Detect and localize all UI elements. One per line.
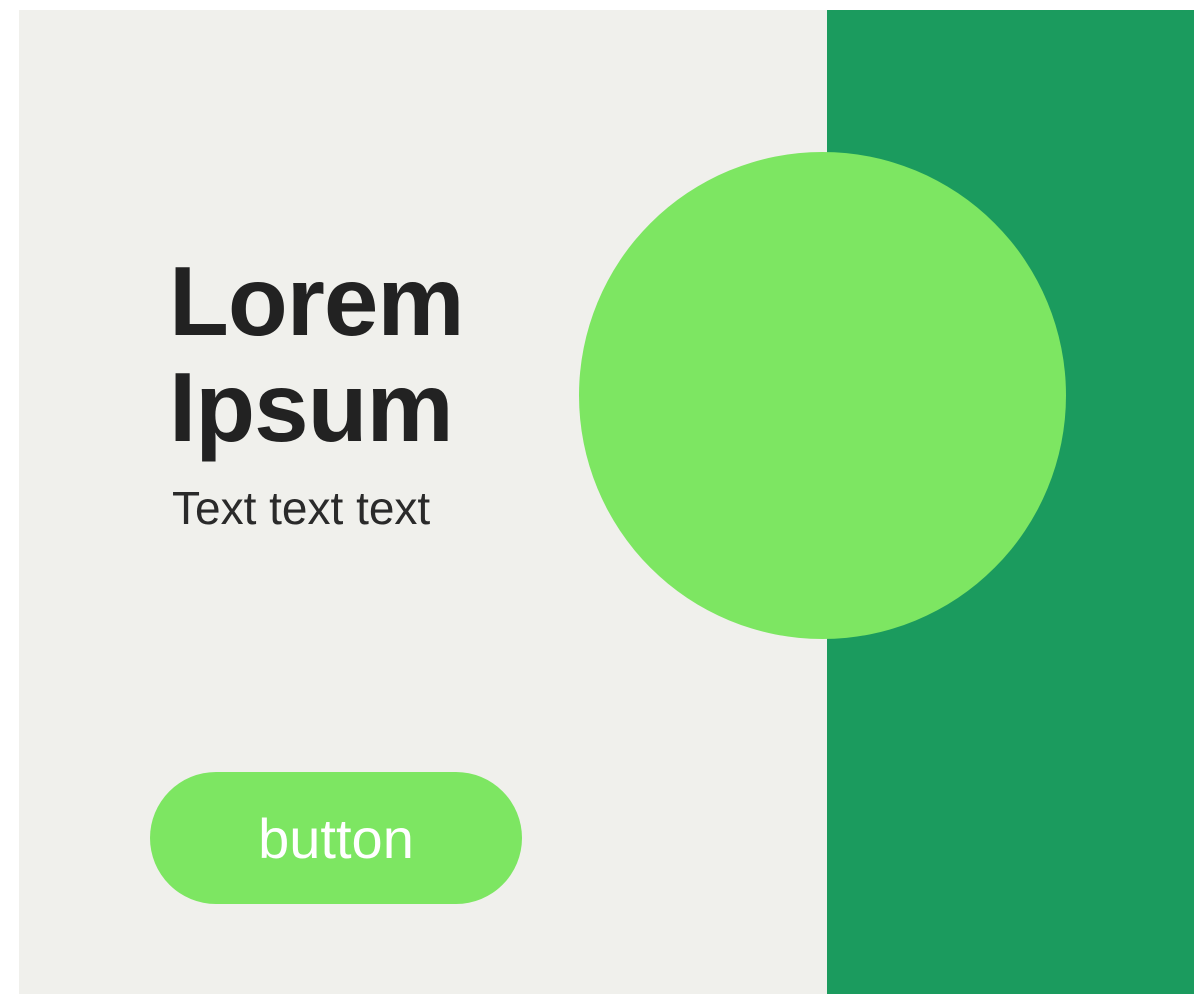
banner: Lorem Ipsum Text text text button — [19, 10, 1194, 994]
headline-line-1: Lorem — [169, 246, 465, 356]
subtext: Text text text — [172, 482, 431, 534]
cta-button[interactable]: button — [150, 772, 522, 904]
decorative-circle — [579, 152, 1066, 639]
headline-line-2: Ipsum — [169, 352, 454, 462]
cta-button-label: button — [258, 806, 414, 870]
headline: Lorem Ipsum — [169, 246, 465, 462]
